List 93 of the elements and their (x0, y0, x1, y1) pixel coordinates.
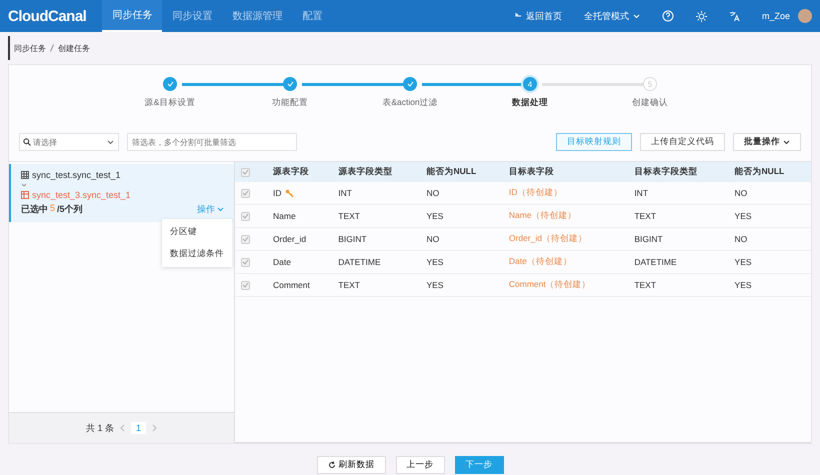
table-cell: TEXT (634, 280, 656, 290)
table-cell: BIGINT (338, 234, 367, 244)
table-cell: Name（待创建） (508, 210, 577, 220)
table-cell: NO (426, 234, 440, 244)
chevron-down-icon (783, 140, 790, 144)
table-cell: YES (426, 211, 444, 221)
column-total: /5个列 (57, 203, 83, 216)
selected-label: 已选中 (21, 203, 48, 216)
column-header: 能否为NULL (420, 162, 503, 182)
help-icon[interactable] (662, 10, 674, 22)
batch-dropdown[interactable]: 批量操作 (733, 133, 801, 151)
nav-tab[interactable]: 同步任务 (102, 0, 162, 32)
search-icon (23, 138, 31, 146)
row-checkbox[interactable] (241, 212, 250, 220)
table-icon (21, 171, 29, 179)
table-cell: Comment (273, 280, 310, 290)
table-cell: DATETIME (338, 257, 381, 267)
step-indicator: 4 (523, 77, 537, 91)
mode-dropdown[interactable]: 全托管模式 (584, 10, 640, 22)
table-cell: YES (734, 257, 752, 267)
chevron-down-icon (217, 207, 224, 212)
table-cell: DATETIME (634, 257, 677, 267)
nav-tab[interactable]: 配置 (292, 0, 332, 32)
table-cell: NO (426, 188, 440, 198)
table-cell: YES (426, 280, 444, 290)
column-header: 目标表字段类型 (628, 162, 729, 182)
back-home-link[interactable]: 返回首页 (526, 10, 562, 22)
target-table-name: sync_test_3.sync_test_1 (32, 190, 131, 200)
table-cell: Date (273, 257, 291, 267)
filter-field[interactable]: 筛选表，多个分割可批量筛选 (127, 133, 297, 151)
table-cell: Order_id (273, 234, 306, 244)
nav-tab[interactable]: 数据源管理 (222, 0, 292, 32)
next-page-icon[interactable] (152, 424, 158, 432)
column-header: 源表字段 (267, 162, 332, 182)
table-cell: NO (734, 188, 748, 198)
menu-item[interactable]: 数据过滤条件 (162, 243, 232, 265)
pagination-total: 共 1 条 (86, 422, 114, 434)
step-label: 创建确认 (632, 97, 668, 109)
step-label: 数据处理 (512, 97, 548, 109)
row-checkbox[interactable] (241, 280, 250, 290)
table-cell: YES (734, 211, 752, 221)
select-field[interactable]: 请选择 (19, 133, 119, 151)
table-cell: TEXT (338, 211, 360, 221)
refresh-button[interactable]: 刷新数据 (316, 456, 386, 474)
table-icon (21, 191, 29, 199)
chevron-down-icon (632, 14, 640, 18)
translate-icon[interactable] (728, 10, 740, 22)
refresh-icon (328, 461, 336, 469)
table-cell: YES (426, 257, 444, 267)
step-label: 表&action过滤 (382, 97, 438, 109)
table-cell: ID（待创建） (508, 187, 562, 197)
table-cell: Name (273, 211, 296, 221)
table-item[interactable]: sync_test.sync_test_1 sync_test_3.sync_test_1 已选中 5 /5个列 操作 (9, 164, 234, 222)
select-all-checkbox[interactable] (241, 168, 250, 176)
breadcrumb-item: 创建任务 (58, 42, 90, 54)
selected-count: 5 (50, 203, 56, 215)
step-label: 功能配置 (272, 97, 308, 109)
breadcrumb-separator-icon (50, 44, 54, 52)
avatar[interactable] (798, 9, 812, 23)
table-cell: BIGINT (634, 234, 663, 244)
logo: CloudCanal (8, 8, 86, 24)
chevron-down-icon (107, 140, 114, 145)
user-name[interactable]: m_Zoe (762, 11, 790, 21)
page-number[interactable]: 1 (131, 422, 146, 434)
row-checkbox[interactable] (241, 258, 250, 266)
row-checkbox[interactable] (241, 188, 250, 198)
step-label: 源&目标设置 (144, 97, 196, 109)
table-cell: Date（待创建） (508, 256, 572, 266)
table-cell: Comment（待创建） (508, 279, 591, 289)
sun-icon[interactable] (696, 10, 707, 22)
column-header: 源表字段类型 (332, 162, 420, 182)
breadcrumb-item[interactable]: 同步任务 (14, 42, 46, 54)
table-cell: INT (634, 188, 648, 198)
prev-page-icon[interactable] (120, 424, 125, 432)
next-button[interactable]: 下一步 (454, 456, 504, 474)
previous-button[interactable]: 上一步 (396, 456, 444, 474)
table-cell: INT (338, 188, 352, 198)
table-cell: NO (734, 234, 748, 244)
toolbar-button[interactable]: 目标映射规则 (556, 133, 632, 151)
toolbar-button[interactable]: 上传自定义代码 (640, 133, 725, 151)
source-table-name: sync_test.sync_test_1 (32, 170, 121, 180)
column-header: 能否为NULL (728, 162, 811, 182)
table-cell: YES (734, 280, 752, 290)
nav-tab[interactable]: 同步设置 (162, 0, 222, 32)
row-checkbox[interactable] (241, 234, 250, 244)
table-cell: ID (273, 188, 282, 198)
menu-item[interactable]: 分区键 (162, 221, 232, 243)
action-dropdown[interactable]: 操作 (197, 203, 224, 216)
column-header: 目标表字段 (502, 162, 628, 182)
chevron-down-icon (21, 183, 27, 187)
table-cell: Order_id（待创建） (508, 233, 587, 243)
table-cell: TEXT (338, 280, 360, 290)
table-cell: TEXT (634, 211, 656, 221)
